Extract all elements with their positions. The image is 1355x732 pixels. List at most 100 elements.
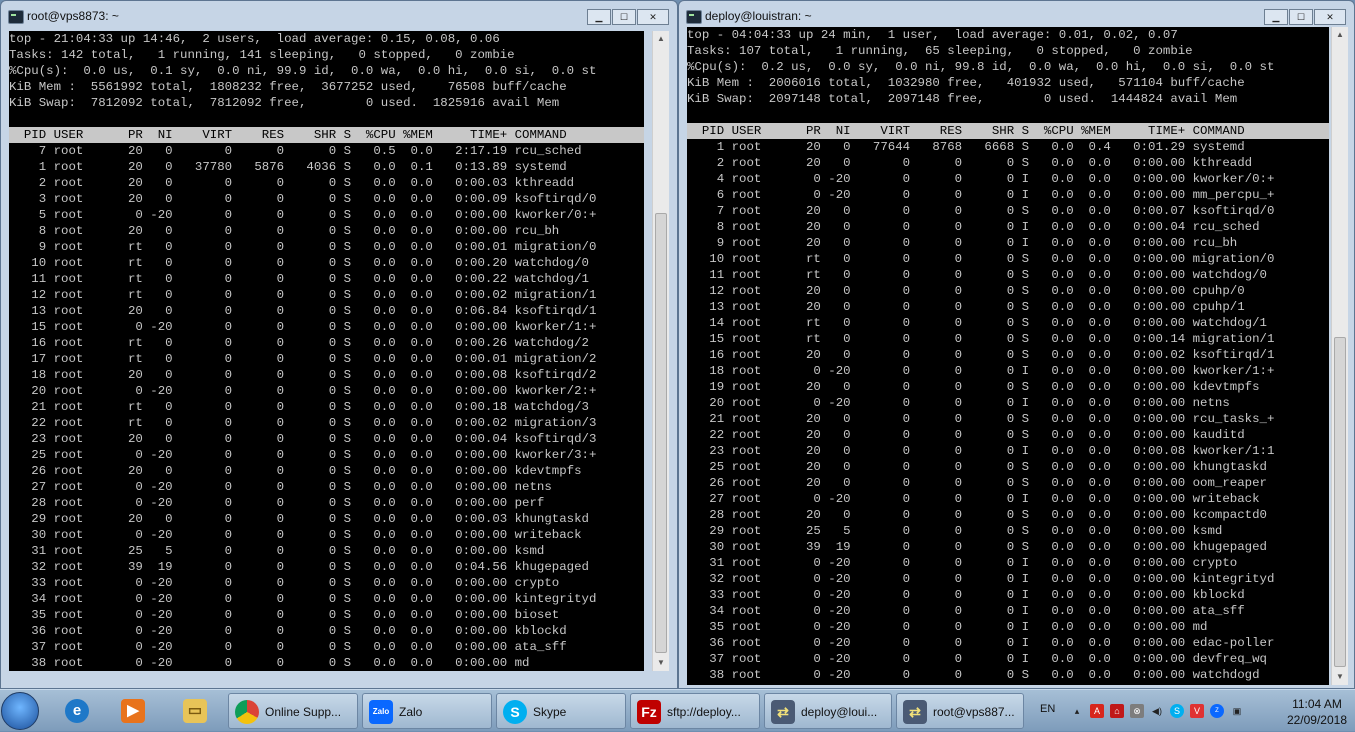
process-row: 35 root 0 -20 0 0 0 S 0.0 0.0 0:00.00 bi… [9, 608, 560, 622]
media-player-icon: ▶ [121, 699, 145, 723]
scrollbar-thumb[interactable] [655, 213, 667, 653]
taskbar-item-putty-deploy[interactable]: ⇄ deploy@loui... [764, 693, 892, 729]
process-row: 1 root 20 0 77644 8768 6668 S 0.0 0.4 0:… [687, 140, 1245, 154]
process-row: 1 root 20 0 37780 5876 4036 S 0.0 0.1 0:… [9, 160, 567, 174]
close-button[interactable]: ✕ [1314, 9, 1346, 25]
minimize-button[interactable]: ▁ [1264, 9, 1288, 25]
taskbar-item-filezilla[interactable]: Fz sftp://deploy... [630, 693, 760, 729]
pinned-internet-explorer[interactable]: e [52, 693, 102, 729]
process-row: 16 root 20 0 0 0 0 S 0.0 0.0 0:00.02 kso… [687, 348, 1275, 362]
scroll-up-icon[interactable]: ▲ [653, 31, 669, 47]
skype-icon: S [503, 700, 527, 724]
maximize-button[interactable]: ☐ [612, 9, 636, 25]
process-row: 30 root 0 -20 0 0 0 S 0.0 0.0 0:00.00 wr… [9, 528, 582, 542]
taskbar-item-chrome[interactable]: Online Supp... [228, 693, 358, 729]
scrollbar[interactable]: ▲ ▼ [1331, 27, 1348, 685]
process-row: 36 root 0 -20 0 0 0 S 0.0 0.0 0:00.00 kb… [9, 624, 567, 638]
action-center-icon[interactable]: ▣ [1230, 704, 1244, 718]
process-row: 17 root rt 0 0 0 0 S 0.0 0.0 0:00.01 mig… [9, 352, 597, 366]
terminal-output[interactable]: top - 04:04:33 up 24 min, 1 user, load a… [687, 27, 1329, 685]
process-row: 36 root 0 -20 0 0 0 I 0.0 0.0 0:00.00 ed… [687, 636, 1275, 650]
window-title: root@vps8873: ~ [27, 9, 119, 23]
putty-icon [686, 10, 702, 24]
window-title: deploy@louistran: ~ [705, 9, 812, 23]
summary-line: %Cpu(s): 0.2 us, 0.0 sy, 0.0 ni, 99.8 id… [687, 60, 1275, 74]
process-table-header: PID USER PR NI VIRT RES SHR S %CPU %MEM … [687, 123, 1329, 139]
process-row: 26 root 20 0 0 0 0 S 0.0 0.0 0:00.00 oom… [687, 476, 1267, 490]
process-table-header: PID USER PR NI VIRT RES SHR S %CPU %MEM … [9, 127, 644, 143]
process-row: 20 root 0 -20 0 0 0 S 0.0 0.0 0:00.00 kw… [9, 384, 597, 398]
process-row: 38 root 0 -20 0 0 0 S 0.0 0.0 0:00.00 wa… [687, 668, 1260, 682]
language-indicator[interactable]: EN [1040, 703, 1055, 715]
taskbar-item-skype[interactable]: S Skype [496, 693, 626, 729]
summary-line: top - 04:04:33 up 24 min, 1 user, load a… [687, 28, 1178, 42]
process-row: 27 root 0 -20 0 0 0 I 0.0 0.0 0:00.00 wr… [687, 492, 1260, 506]
chrome-icon [235, 700, 259, 724]
file-explorer-icon: ▭ [183, 699, 207, 723]
process-row: 33 root 0 -20 0 0 0 I 0.0 0.0 0:00.00 kb… [687, 588, 1245, 602]
process-row: 33 root 0 -20 0 0 0 S 0.0 0.0 0:00.00 cr… [9, 576, 560, 590]
process-row: 21 root rt 0 0 0 0 S 0.0 0.0 0:00.18 wat… [9, 400, 589, 414]
pdf-tool-icon[interactable]: ⌂ [1110, 704, 1124, 718]
close-button[interactable]: ✕ [637, 9, 669, 25]
process-row: 14 root rt 0 0 0 0 S 0.0 0.0 0:00.00 wat… [687, 316, 1267, 330]
taskbar-item-putty-root[interactable]: ⇄ root@vps887... [896, 693, 1024, 729]
process-row: 32 root 39 19 0 0 0 S 0.0 0.0 0:04.56 kh… [9, 560, 589, 574]
process-row: 12 root 20 0 0 0 0 S 0.0 0.0 0:00.00 cpu… [687, 284, 1245, 298]
minimize-button[interactable]: ▁ [587, 9, 611, 25]
internet-explorer-icon: e [65, 699, 89, 723]
process-row: 37 root 0 -20 0 0 0 S 0.0 0.0 0:00.00 at… [9, 640, 567, 654]
process-row: 6 root 0 -20 0 0 0 I 0.0 0.0 0:00.00 mm_… [687, 188, 1275, 202]
process-row: 10 root rt 0 0 0 0 S 0.0 0.0 0:00.00 mig… [687, 252, 1275, 266]
process-row: 32 root 0 -20 0 0 0 I 0.0 0.0 0:00.00 ki… [687, 572, 1275, 586]
process-row: 18 root 20 0 0 0 0 S 0.0 0.0 0:00.08 kso… [9, 368, 597, 382]
process-row: 7 root 20 0 0 0 0 S 0.5 0.0 2:17.19 rcu_… [9, 144, 582, 158]
scroll-down-icon[interactable]: ▼ [653, 655, 669, 671]
scrollbar[interactable]: ▲ ▼ [652, 31, 669, 671]
putty-icon: ⇄ [903, 700, 927, 724]
zalo-tray-icon[interactable]: Z [1210, 704, 1224, 718]
process-row: 3 root 20 0 0 0 0 S 0.0 0.0 0:00.09 ksof… [9, 192, 597, 206]
terminal-window-left[interactable]: root@vps8873: ~ ▁ ☐ ✕ top - 21:04:33 up … [0, 0, 678, 689]
putty-icon: ⇄ [771, 700, 795, 724]
process-row: 15 root rt 0 0 0 0 S 0.0 0.0 0:00.14 mig… [687, 332, 1275, 346]
scroll-up-icon[interactable]: ▲ [1332, 27, 1348, 43]
process-row: 5 root 0 -20 0 0 0 S 0.0 0.0 0:00.00 kwo… [9, 208, 597, 222]
start-button[interactable] [1, 692, 39, 730]
process-row: 22 root rt 0 0 0 0 S 0.0 0.0 0:00.02 mig… [9, 416, 597, 430]
process-row: 22 root 20 0 0 0 0 S 0.0 0.0 0:00.00 kau… [687, 428, 1245, 442]
terminal-output[interactable]: top - 21:04:33 up 14:46, 2 users, load a… [9, 31, 644, 671]
tray-chevron-icon[interactable]: ▴ [1070, 704, 1084, 718]
vivaldi-icon[interactable]: V [1190, 704, 1204, 718]
process-row: 8 root 20 0 0 0 0 S 0.0 0.0 0:00.00 rcu_… [9, 224, 560, 238]
volume-icon[interactable]: ◀) [1150, 704, 1164, 718]
clock[interactable]: 11:04 AM 22/09/2018 [1287, 696, 1347, 728]
process-row: 2 root 20 0 0 0 0 S 0.0 0.0 0:00.00 kthr… [687, 156, 1253, 170]
process-row: 34 root 0 -20 0 0 0 S 0.0 0.0 0:00.00 ki… [9, 592, 597, 606]
process-row: 23 root 20 0 0 0 0 I 0.0 0.0 0:00.08 kwo… [687, 444, 1275, 458]
summary-line: top - 21:04:33 up 14:46, 2 users, load a… [9, 32, 500, 46]
process-row: 7 root 20 0 0 0 0 S 0.0 0.0 0:00.07 ksof… [687, 204, 1275, 218]
filezilla-icon: Fz [637, 700, 661, 724]
scroll-down-icon[interactable]: ▼ [1332, 669, 1348, 685]
terminal-window-right[interactable]: deploy@louistran: ~ ▁ ☐ ✕ top - 04:04:33… [678, 0, 1355, 689]
process-row: 21 root 20 0 0 0 0 S 0.0 0.0 0:00.00 rcu… [687, 412, 1275, 426]
process-row: 9 root 20 0 0 0 0 I 0.0 0.0 0:00.00 rcu_… [687, 236, 1238, 250]
process-row: 11 root rt 0 0 0 0 S 0.0 0.0 0:00.00 wat… [687, 268, 1267, 282]
taskbar: e ▶ ▭ Online Supp... Zalo Zalo S Skype F… [0, 689, 1355, 731]
process-row: 13 root 20 0 0 0 0 S 0.0 0.0 0:06.84 kso… [9, 304, 597, 318]
process-row: 11 root rt 0 0 0 0 S 0.0 0.0 0:00.22 wat… [9, 272, 589, 286]
scrollbar-thumb[interactable] [1334, 337, 1346, 667]
pinned-file-explorer[interactable]: ▭ [170, 693, 220, 729]
pinned-media-player[interactable]: ▶ [108, 693, 158, 729]
process-row: 38 root 0 -20 0 0 0 S 0.0 0.0 0:00.00 md [9, 656, 530, 670]
taskbar-item-zalo[interactable]: Zalo Zalo [362, 693, 492, 729]
process-row: 13 root 20 0 0 0 0 S 0.0 0.0 0:00.00 cpu… [687, 300, 1245, 314]
putty-icon [8, 10, 24, 24]
network-icon[interactable]: ⊗ [1130, 704, 1144, 718]
maximize-button[interactable]: ☐ [1289, 9, 1313, 25]
acrobat-icon[interactable]: A [1090, 704, 1104, 718]
window-titlebar[interactable]: root@vps8873: ~ ▁ ☐ ✕ [1, 1, 677, 31]
skype-tray-icon[interactable]: S [1170, 704, 1184, 718]
